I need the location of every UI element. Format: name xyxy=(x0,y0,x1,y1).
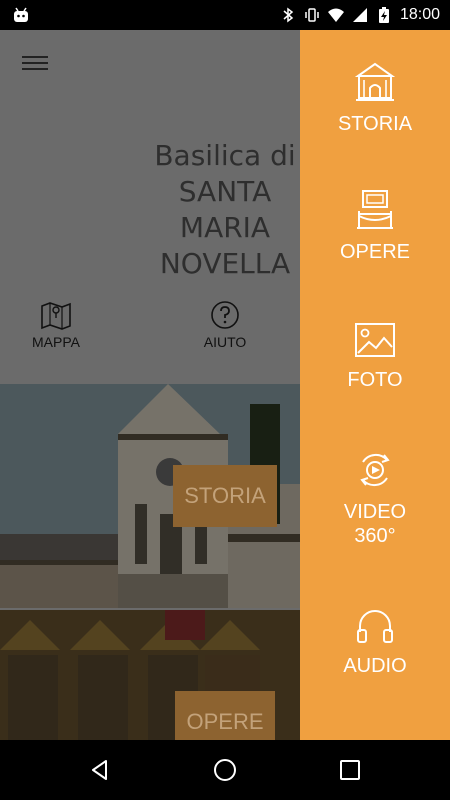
hamburger-menu-icon[interactable] xyxy=(22,52,48,74)
drawer-label-360: 360° xyxy=(354,525,396,547)
bluetooth-icon xyxy=(283,7,294,23)
drawer-item-video-360[interactable]: VIDEO 360° xyxy=(300,450,450,548)
opere-tile-button[interactable]: OPERE xyxy=(175,691,275,740)
drawer-item-foto[interactable]: FOTO xyxy=(300,322,450,392)
mappa-label: MAPPA xyxy=(32,334,80,350)
status-bar: 18:00 xyxy=(0,0,450,30)
aiuto-button[interactable]: AIUTO xyxy=(185,300,265,350)
drawer-label-video: VIDEO xyxy=(343,501,407,523)
drawer-label-audio: AUDIO xyxy=(343,655,407,677)
mappa-button[interactable]: MAPPA xyxy=(16,300,96,350)
system-nav-bar xyxy=(0,740,450,800)
storia-tile-button[interactable]: STORIA xyxy=(173,465,277,527)
drawer-label-storia: STORIA xyxy=(337,113,413,135)
drawer-label-opere: OPERE xyxy=(339,241,411,263)
drawer-label-foto: FOTO xyxy=(347,369,403,391)
aiuto-label: AIUTO xyxy=(203,334,247,350)
signal-icon xyxy=(352,8,367,22)
battery-charging-icon xyxy=(378,7,389,23)
video-360-icon xyxy=(360,453,390,487)
map-icon xyxy=(41,302,71,330)
recent-apps-icon[interactable] xyxy=(338,758,362,782)
home-icon[interactable] xyxy=(213,758,237,782)
clock: 18:00 xyxy=(399,6,440,23)
opere-tile[interactable]: OPERE xyxy=(0,610,300,740)
android-icon xyxy=(14,7,28,22)
drawer-item-storia[interactable]: STORIA xyxy=(300,60,450,136)
photo-icon xyxy=(355,323,395,357)
artwork-icon xyxy=(357,190,393,229)
drawer-item-opere[interactable]: OPERE xyxy=(300,188,450,264)
drawer-item-audio[interactable]: AUDIO xyxy=(300,606,450,678)
storia-tile[interactable]: STORIA xyxy=(0,384,300,608)
church-icon xyxy=(354,62,396,101)
navigation-drawer: STORIA OPERE FOTO VIDEO 360° AUDIO xyxy=(300,30,450,740)
vibrate-icon xyxy=(305,8,319,22)
headphones-icon xyxy=(357,610,393,643)
wifi-icon xyxy=(327,8,344,22)
back-icon[interactable] xyxy=(88,758,112,782)
help-icon xyxy=(211,301,239,329)
